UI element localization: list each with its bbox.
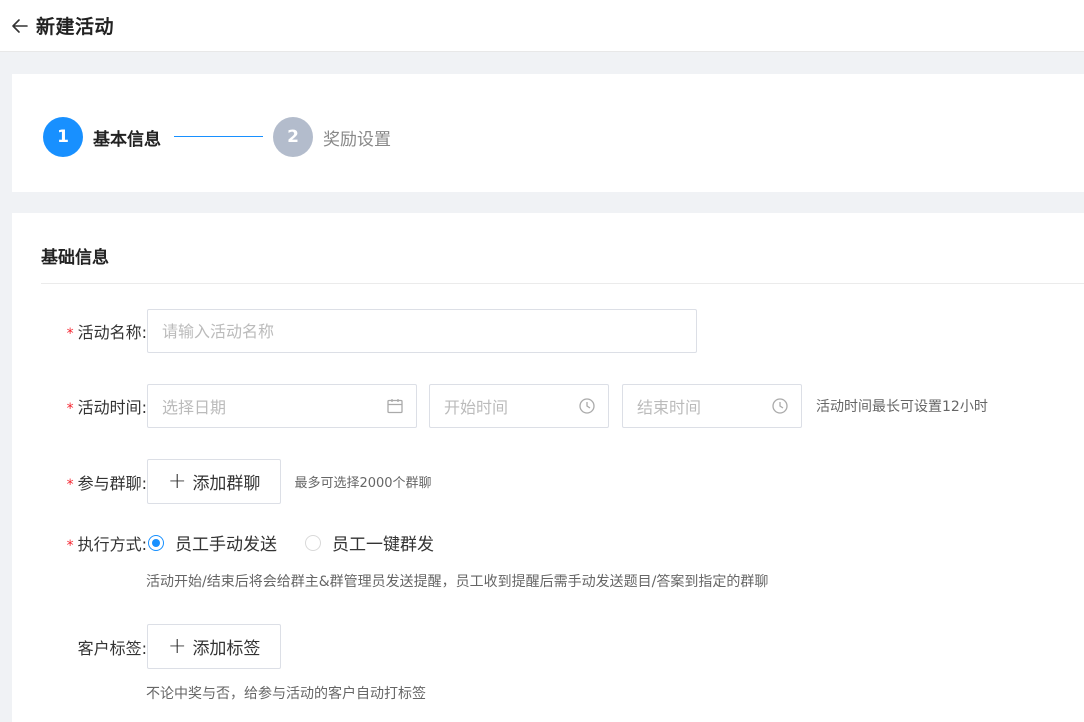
groups-label: * 参与群聊: bbox=[66, 473, 147, 493]
form-panel: 基础信息 *活动名称: *活动时间: 选择日期 开始时间 结束时间 活动时间最长… bbox=[12, 213, 1084, 722]
tags-hint: 不论中奖与否，给参与活动的客户自动打标签 bbox=[146, 686, 426, 702]
step-label: 奖励设置 bbox=[323, 129, 391, 150]
start-time-placeholder: 开始时间 bbox=[444, 398, 509, 417]
date-picker[interactable]: 选择日期 bbox=[147, 384, 417, 428]
radio-one-click-send[interactable]: 员工一键群发 bbox=[305, 530, 434, 555]
add-group-button[interactable]: + 添加群聊 bbox=[147, 459, 282, 504]
groups-hint: 最多可选择2000个群聊 bbox=[294, 476, 432, 491]
activity-time-row: * 活动时间: 选择日期 开始时间 结束时间 活动时间最长可设置12小时 bbox=[12, 384, 988, 428]
execution-row: * 执行方式: 员工手动发送 员工一键群发 bbox=[12, 530, 434, 555]
page-header: 新建活动 bbox=[0, 0, 1084, 52]
required-mark: * bbox=[66, 537, 74, 554]
activity-name-row: * 活动名称: bbox=[12, 309, 697, 353]
activity-time-hint: 活动时间最长可设置12小时 bbox=[816, 399, 988, 415]
clock-icon bbox=[578, 397, 596, 415]
activity-time-label: * 活动时间: bbox=[66, 398, 147, 417]
arrow-left-icon[interactable] bbox=[10, 16, 30, 36]
plus-icon: + bbox=[168, 468, 187, 494]
step-reward-settings[interactable]: 2 奖励设置 bbox=[273, 117, 391, 157]
section-divider bbox=[41, 283, 1084, 284]
clock-icon bbox=[771, 397, 789, 415]
groups-row: * 参与群聊: + 添加群聊 最多可选择2000个群聊 bbox=[12, 459, 432, 504]
steps-panel: 1 基本信息 2 奖励设置 bbox=[12, 74, 1084, 192]
page-title: 新建活动 bbox=[36, 16, 115, 38]
step-number: 2 bbox=[273, 117, 313, 157]
add-tag-button[interactable]: + 添加标签 bbox=[147, 624, 282, 669]
tags-label: 客户标签: bbox=[77, 638, 147, 658]
end-time-picker[interactable]: 结束时间 bbox=[622, 384, 802, 428]
radio-manual-send[interactable]: 员工手动发送 bbox=[148, 530, 277, 555]
execution-hint: 活动开始/结束后将会给群主&群管理员发送提醒，员工收到提醒后需手动发送题目/答案… bbox=[146, 574, 769, 590]
required-mark: * bbox=[66, 326, 74, 342]
activity-name-label: * 活动名称: bbox=[66, 323, 147, 342]
step-label: 基本信息 bbox=[93, 129, 161, 150]
radio-unchecked-icon bbox=[305, 534, 321, 551]
end-time-placeholder: 结束时间 bbox=[637, 398, 702, 417]
tags-row: 客户标签: + 添加标签 bbox=[12, 624, 282, 669]
required-mark: * bbox=[66, 401, 74, 417]
activity-name-input[interactable] bbox=[147, 309, 697, 353]
section-title: 基础信息 bbox=[41, 248, 109, 268]
step-basic-info[interactable]: 1 基本信息 bbox=[43, 117, 161, 157]
required-mark: * bbox=[66, 476, 74, 493]
step-connector bbox=[174, 136, 263, 137]
execution-label: * 执行方式: bbox=[66, 534, 147, 554]
start-time-picker[interactable]: 开始时间 bbox=[429, 384, 609, 428]
radio-checked-icon bbox=[148, 534, 164, 551]
plus-icon: + bbox=[168, 633, 187, 659]
step-number: 1 bbox=[43, 117, 83, 157]
date-placeholder: 选择日期 bbox=[162, 398, 227, 417]
calendar-icon bbox=[386, 397, 404, 415]
